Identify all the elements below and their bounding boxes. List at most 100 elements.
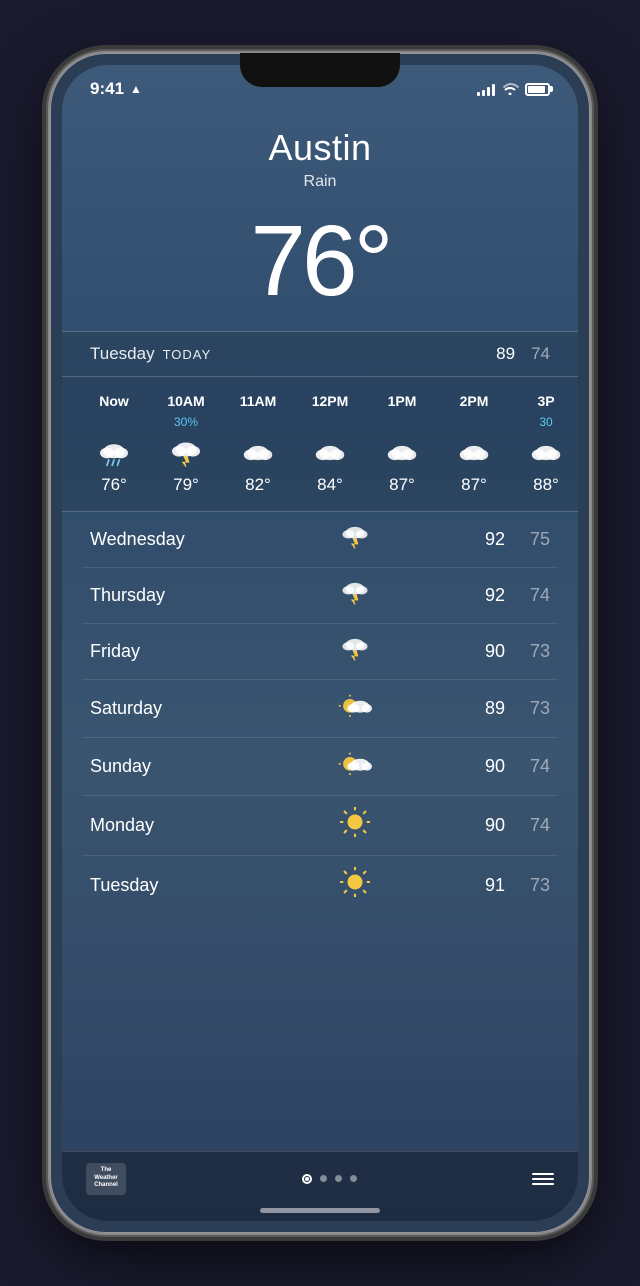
- hour-label: Now: [99, 393, 129, 409]
- hour-label: 10AM: [167, 393, 204, 409]
- hour-item-12pm: 12PM 84°: [294, 389, 366, 499]
- hour-item-10am: 10AM 30% 79°: [150, 389, 222, 499]
- signal-bar-4: [492, 84, 495, 96]
- day-row-friday: Friday 90 73: [82, 624, 558, 680]
- signal-bar-2: [482, 90, 485, 96]
- hour-item-3pm: 3P 30 88°: [510, 389, 578, 499]
- page-dots: [302, 1174, 357, 1184]
- phone-frame: 9:41 ▲: [0, 0, 640, 1286]
- status-icons: [477, 81, 550, 98]
- day-high: 92: [460, 585, 505, 606]
- hour-item-11am: 11AM 82°: [222, 389, 294, 499]
- hour-label: 3P: [537, 393, 554, 409]
- day-low: 73: [505, 698, 550, 719]
- today-temps: 89 74: [496, 344, 550, 364]
- hourly-section[interactable]: Now 76°: [62, 376, 578, 512]
- temperature-display: 76°: [62, 211, 578, 311]
- cloud-icon: [386, 437, 418, 469]
- day-name: Sunday: [90, 756, 250, 777]
- day-high: 90: [460, 756, 505, 777]
- sun-icon: [250, 867, 460, 904]
- menu-line-3: [532, 1183, 554, 1185]
- cloud-thunder-icon: [250, 635, 460, 668]
- home-indicator: [260, 1208, 380, 1213]
- hour-temp: 82°: [245, 475, 271, 495]
- menu-line-1: [532, 1173, 554, 1175]
- day-high: 91: [460, 875, 505, 896]
- signal-bar-1: [477, 92, 480, 96]
- day-row-sunday: Sunday 90 74: [82, 738, 558, 796]
- battery-fill: [528, 86, 545, 93]
- cloud-thunder-icon: [250, 579, 460, 612]
- day-low: 75: [505, 529, 550, 550]
- hourly-scroll[interactable]: Now 76°: [62, 385, 578, 503]
- day-name: Monday: [90, 815, 250, 836]
- weather-channel-logo: TheWeatherChannel: [86, 1163, 126, 1195]
- hour-temp: 76°: [101, 475, 127, 495]
- day-name: Thursday: [90, 585, 250, 606]
- signal-bars: [477, 82, 495, 96]
- day-row-monday: Monday: [82, 796, 558, 856]
- hour-temp: 84°: [317, 475, 343, 495]
- cloud-icon: [314, 437, 346, 469]
- day-low: 74: [505, 756, 550, 777]
- day-low: 74: [505, 815, 550, 836]
- day-low: 74: [505, 585, 550, 606]
- today-row: Tuesday TODAY 89 74: [62, 331, 578, 376]
- page-dot-4[interactable]: [350, 1175, 357, 1182]
- day-name: Friday: [90, 641, 250, 662]
- sun-icon: [250, 807, 460, 844]
- day-row-thursday: Thursday 92 74: [82, 568, 558, 624]
- wifi-icon: [501, 81, 519, 98]
- day-name: Saturday: [90, 698, 250, 719]
- location-dot-active: [302, 1174, 312, 1184]
- page-dot-3[interactable]: [335, 1175, 342, 1182]
- day-row-wednesday: Wednesday 92 75: [82, 512, 558, 568]
- hour-item-1pm: 1PM 87°: [366, 389, 438, 499]
- hour-label: 2PM: [460, 393, 489, 409]
- cloud-icon: [242, 437, 274, 469]
- status-time: 9:41 ▲: [90, 79, 142, 99]
- day-row-tuesday: Tuesday: [82, 856, 558, 915]
- day-high: 90: [460, 641, 505, 662]
- notch: [240, 53, 400, 87]
- menu-line-2: [532, 1178, 554, 1180]
- partly-cloudy-icon: [250, 749, 460, 784]
- cloud-thunder-icon: [170, 437, 202, 469]
- weather-condition: Rain: [62, 173, 578, 191]
- hour-item-now: Now 76°: [78, 389, 150, 499]
- menu-icon[interactable]: [532, 1173, 554, 1185]
- hour-label: 11AM: [240, 393, 277, 409]
- time-display: 9:41: [90, 79, 124, 99]
- today-day: Tuesday: [90, 344, 155, 364]
- today-high: 89: [496, 344, 515, 364]
- day-high: 89: [460, 698, 505, 719]
- hour-precip: 30: [539, 415, 552, 431]
- day-row-saturday: Saturday 89: [82, 680, 558, 738]
- hour-precip: 30%: [174, 415, 198, 431]
- hour-temp: 88°: [533, 475, 559, 495]
- cloud-icon: [458, 437, 490, 469]
- hour-temp: 87°: [389, 475, 415, 495]
- day-name: Wednesday: [90, 529, 250, 550]
- today-label: TODAY: [163, 347, 212, 362]
- city-name: Austin: [62, 127, 578, 169]
- today-low: 74: [531, 344, 550, 364]
- battery-icon: [525, 83, 550, 96]
- screen: 9:41 ▲: [62, 65, 578, 1221]
- day-low: 73: [505, 641, 550, 662]
- location-arrow-icon: ▲: [130, 82, 142, 96]
- cloud-icon: [530, 437, 562, 469]
- day-high: 90: [460, 815, 505, 836]
- cloud-rain-icon: [98, 437, 130, 469]
- day-low: 73: [505, 875, 550, 896]
- day-high: 92: [460, 529, 505, 550]
- weekly-section: Wednesday 92 75 Thursday: [62, 512, 578, 915]
- page-dot-2[interactable]: [320, 1175, 327, 1182]
- partly-cloudy-icon: [250, 691, 460, 726]
- phone-body: 9:41 ▲: [50, 53, 590, 1233]
- city-section: Austin Rain: [62, 107, 578, 201]
- hour-temp: 79°: [173, 475, 199, 495]
- hour-label: 1PM: [388, 393, 417, 409]
- hour-item-2pm: 2PM 87°: [438, 389, 510, 499]
